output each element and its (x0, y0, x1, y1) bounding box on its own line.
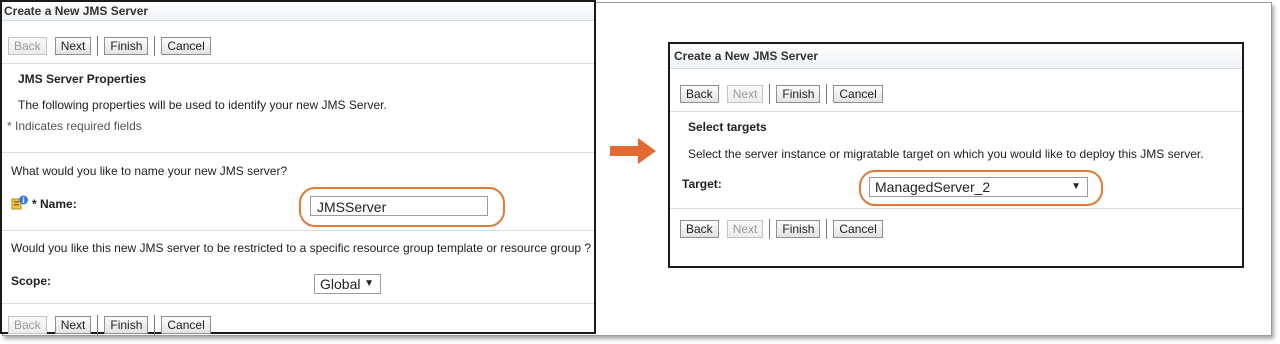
button-separator (154, 315, 156, 335)
section-title: Select targets (688, 120, 767, 134)
button-separator (97, 315, 99, 335)
scope-select[interactable]: Global ▼ (314, 274, 381, 294)
name-input[interactable]: JMSServer (310, 196, 488, 216)
divider (670, 208, 1242, 209)
required-fields-note: * Indicates required fields (7, 119, 142, 133)
cancel-button[interactable]: Cancel (833, 85, 883, 103)
divider (2, 63, 594, 64)
bottom-button-bar: Back Next Finish Cancel (680, 219, 891, 239)
section-description: The following properties will be used to… (18, 98, 387, 112)
next-button[interactable]: Next (726, 85, 764, 103)
cancel-button[interactable]: Cancel (161, 37, 211, 55)
scope-question: Would you like this new JMS server to be… (11, 241, 592, 255)
chevron-down-icon: ▼ (364, 278, 374, 289)
section-description: Select the server instance or migratable… (688, 147, 1204, 161)
chevron-down-icon: ▼ (1071, 181, 1081, 192)
panel-title: Create a New JMS Server (670, 44, 1242, 69)
button-separator (769, 219, 771, 239)
button-separator (154, 36, 156, 56)
target-select[interactable]: ManagedServer_2 ▼ (869, 177, 1088, 197)
bottom-button-bar: Back Next Finish Cancel (8, 315, 219, 335)
divider (2, 152, 594, 153)
next-button[interactable]: Next (54, 37, 92, 55)
right-arrow-icon (610, 138, 656, 164)
finish-button[interactable]: Finish (776, 220, 821, 238)
button-separator (826, 219, 828, 239)
button-separator (769, 84, 771, 104)
panel-title: Create a New JMS Server (2, 2, 594, 21)
divider (2, 230, 594, 231)
divider (670, 111, 1242, 112)
scope-label: Scope: (11, 274, 52, 288)
button-separator (826, 84, 828, 104)
back-button[interactable]: Back (680, 220, 719, 238)
scope-value: Global (320, 276, 361, 292)
back-button[interactable]: Back (680, 85, 719, 103)
next-button[interactable]: Next (726, 220, 764, 238)
target-label: Target: (682, 177, 722, 191)
divider (2, 303, 594, 304)
target-value: ManagedServer_2 (875, 179, 991, 195)
back-button[interactable]: Back (8, 316, 47, 334)
back-button[interactable]: Back (8, 37, 47, 55)
name-question: What would you like to name your new JMS… (11, 164, 288, 178)
name-label: * Name: (32, 197, 77, 211)
button-separator (97, 36, 99, 56)
section-title: JMS Server Properties (18, 72, 147, 86)
next-button[interactable]: Next (54, 316, 92, 334)
cancel-button[interactable]: Cancel (161, 316, 211, 334)
top-button-bar: Back Next Finish Cancel (8, 36, 219, 56)
finish-button[interactable]: Finish (104, 37, 149, 55)
top-button-bar: Back Next Finish Cancel (680, 84, 891, 104)
create-jms-server-properties-panel: Create a New JMS Server Back Next Finish… (0, 0, 596, 335)
finish-button[interactable]: Finish (104, 316, 149, 334)
cancel-button[interactable]: Cancel (833, 220, 883, 238)
create-jms-server-targets-panel: Create a New JMS Server Back Next Finish… (668, 42, 1244, 268)
finish-button[interactable]: Finish (776, 85, 821, 103)
help-info-icon[interactable] (11, 195, 29, 211)
